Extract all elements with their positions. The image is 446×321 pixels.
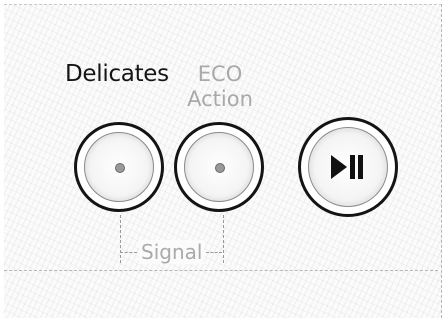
panel-top-edge bbox=[4, 4, 442, 7]
delicates-label: Delicates bbox=[65, 61, 169, 87]
eco-action-label: ECO Action bbox=[180, 62, 260, 112]
eco-action-button[interactable] bbox=[174, 122, 264, 212]
eco-label-line2: Action bbox=[187, 87, 253, 111]
dot-icon bbox=[215, 163, 225, 173]
dot-icon bbox=[115, 163, 125, 173]
signal-label: Signal bbox=[139, 240, 205, 264]
signal-bracket-line-left bbox=[120, 252, 137, 253]
start-pause-button[interactable] bbox=[298, 117, 398, 217]
panel-bottom-divider bbox=[4, 270, 438, 271]
signal-bracket-line-right bbox=[206, 252, 222, 253]
panel-right-edge bbox=[439, 4, 442, 318]
play-pause-icon bbox=[331, 155, 363, 179]
eco-label-line1: ECO bbox=[197, 62, 243, 86]
delicates-button[interactable] bbox=[74, 122, 164, 212]
